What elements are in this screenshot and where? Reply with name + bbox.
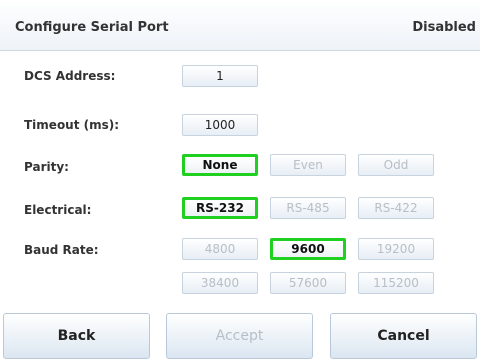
parity-odd-button[interactable]: Odd	[358, 154, 434, 176]
serial-port-config-screen: Configure Serial Port Disabled DCS Addre…	[0, 0, 480, 359]
parity-even-button[interactable]: Even	[270, 154, 346, 176]
baud-rate-label: Baud Rate:	[24, 243, 99, 257]
electrical-rs232-button[interactable]: RS-232	[182, 197, 258, 219]
baud-4800-button[interactable]: 4800	[182, 238, 258, 260]
accept-button[interactable]: Accept	[166, 313, 313, 359]
dcs-address-field[interactable]: 1	[182, 65, 258, 87]
back-button[interactable]: Back	[3, 313, 150, 359]
header-bar: Configure Serial Port Disabled	[0, 0, 480, 51]
baud-115200-button[interactable]: 115200	[358, 272, 434, 294]
timeout-label: Timeout (ms):	[24, 118, 120, 132]
electrical-rs485-button[interactable]: RS-485	[270, 197, 346, 219]
baud-9600-button[interactable]: 9600	[270, 238, 346, 260]
baud-19200-button[interactable]: 19200	[358, 238, 434, 260]
parity-none-button[interactable]: None	[182, 154, 258, 176]
electrical-label: Electrical:	[24, 203, 92, 217]
baud-38400-button[interactable]: 38400	[182, 272, 258, 294]
electrical-rs422-button[interactable]: RS-422	[358, 197, 434, 219]
baud-57600-button[interactable]: 57600	[270, 272, 346, 294]
page-title: Configure Serial Port	[15, 20, 169, 35]
timeout-field[interactable]: 1000	[182, 114, 258, 136]
parity-label: Parity:	[24, 160, 69, 174]
status-label: Disabled	[412, 20, 476, 35]
cancel-button[interactable]: Cancel	[330, 313, 477, 359]
dcs-address-label: DCS Address:	[24, 69, 116, 83]
